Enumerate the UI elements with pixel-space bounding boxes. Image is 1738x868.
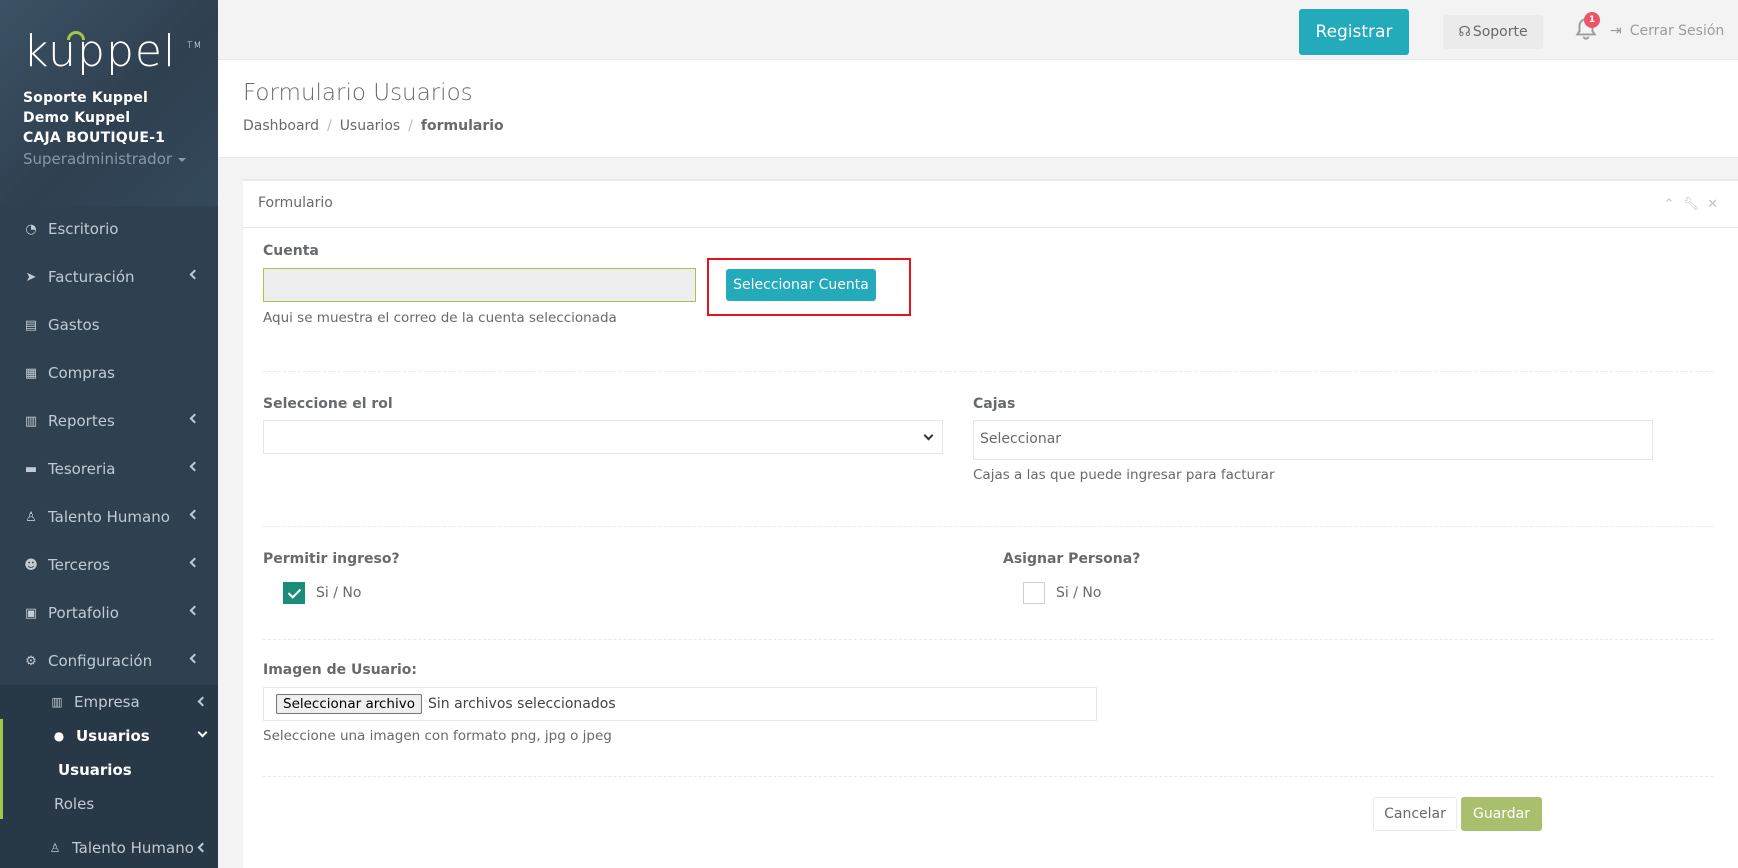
- chevron-left-icon: [189, 653, 200, 664]
- configuracion-submenu: ▥ Empresa ● Usuarios Usuarios Roles ♙ Talen…: [0, 685, 218, 868]
- bar-chart-icon: ▥: [24, 413, 38, 429]
- permitir-si-no: Si / No: [316, 585, 362, 601]
- support-button[interactable]: ☊ Soporte: [1443, 15, 1543, 49]
- sidebar-item-tesoreria[interactable]: ▬ Tesoreria: [0, 445, 218, 493]
- receipt-icon: ▤: [24, 317, 38, 333]
- user-tie-icon: ♙: [25, 509, 37, 525]
- profile-name: Soporte Kuppel: [23, 90, 149, 106]
- sidebar-item-compras[interactable]: ▦ Compras: [0, 349, 218, 397]
- breadcrumb-dashboard[interactable]: Dashboard: [243, 118, 319, 134]
- chevron-down-icon: [923, 430, 934, 441]
- imagen-help: Seleccione una imagen con formato png, j…: [263, 728, 612, 744]
- divider: [263, 639, 1713, 640]
- sidebar: kuppel TM Soporte Kuppel Demo Kuppel CAJA…: [0, 0, 218, 868]
- asignar-si-no: Si / No: [1056, 585, 1102, 601]
- role-dropdown[interactable]: Superadministrador: [23, 148, 218, 170]
- breadcrumb-separator: /: [326, 118, 332, 134]
- divider: [263, 526, 1713, 527]
- cuenta-label: Cuenta: [263, 243, 319, 259]
- cuenta-input[interactable]: [263, 268, 696, 302]
- chevron-left-icon: [197, 696, 208, 707]
- asignar-label: Asignar Persona?: [1003, 551, 1141, 567]
- users-icon: ☻: [24, 557, 38, 573]
- file-input[interactable]: Seleccionar archivo Sin archivos selecci…: [263, 687, 1097, 721]
- wallet-icon: ▬: [24, 461, 38, 477]
- profile-block: kuppel TM Soporte Kuppel Demo Kuppel CAJA…: [0, 0, 218, 206]
- paper-plane-icon: ➤: [25, 269, 37, 285]
- register-button[interactable]: Registrar: [1299, 9, 1409, 55]
- chevron-left-icon: [189, 605, 200, 616]
- notification-badge: 1: [1584, 12, 1600, 28]
- breadcrumb-current: formulario: [420, 118, 504, 134]
- chevron-down-icon: [197, 727, 208, 738]
- profile-company: Demo Kuppel: [23, 110, 131, 126]
- chevron-left-icon: [189, 413, 200, 424]
- chevron-left-icon: [197, 842, 208, 853]
- sidebar-item-portafolio[interactable]: ▣ Portafolio: [0, 589, 218, 637]
- chevron-left-icon: [189, 461, 200, 472]
- panel-tools: ⌃ 🔧︎ ✕: [1664, 197, 1718, 212]
- file-status: Sin archivos seleccionados: [427, 696, 616, 712]
- page-title: Formulario Usuarios: [243, 80, 473, 106]
- cajas-help: Cajas a las que puede ingresar para fact…: [973, 467, 1275, 483]
- save-button[interactable]: Guardar: [1461, 797, 1542, 831]
- profile-register: CAJA BOUTIQUE-1: [23, 130, 166, 146]
- choose-file-button[interactable]: Seleccionar archivo: [276, 694, 422, 714]
- sign-out-icon: ⇥: [1610, 23, 1622, 39]
- imagen-label: Imagen de Usuario:: [263, 662, 418, 678]
- sidebar-item-facturacion[interactable]: ➤ Facturación: [0, 253, 218, 301]
- topbar: Registrar ☊ Soporte 1 ⇥ Cerrar Sesión: [218, 0, 1738, 60]
- chevron-left-icon: [189, 509, 200, 520]
- building-icon: ▥: [51, 695, 63, 709]
- divider: [263, 371, 1713, 372]
- chevron-up-icon[interactable]: ⌃: [1664, 197, 1675, 212]
- permitir-label: Permitir ingreso?: [263, 551, 400, 567]
- sidebar-item-reportes[interactable]: ▥ Reportes: [0, 397, 218, 445]
- sidebar-item-empresa[interactable]: ▥ Empresa: [0, 685, 218, 719]
- pie-chart-icon: ◔: [25, 221, 37, 237]
- breadcrumb-usuarios[interactable]: Usuarios: [340, 118, 401, 134]
- chevron-left-icon: [189, 557, 200, 568]
- asignar-checkbox[interactable]: [1023, 582, 1045, 604]
- sidebar-item-talento-humano[interactable]: ♙ Talento Humano: [0, 493, 218, 541]
- cancel-button[interactable]: Cancelar: [1373, 797, 1457, 831]
- cajas-input[interactable]: Seleccionar: [973, 420, 1653, 460]
- caret-down-icon: [178, 157, 187, 162]
- highlight-box: [707, 258, 911, 316]
- headset-icon: ☊: [1458, 24, 1471, 40]
- breadcrumb: Dashboard / Usuarios / formulario: [243, 118, 504, 134]
- sidebar-item-escritorio[interactable]: ◔ Escritorio: [0, 205, 218, 253]
- logout-link[interactable]: ⇥ Cerrar Sesión: [1610, 20, 1724, 42]
- sidebar-item-usuarios-group[interactable]: ● Usuarios: [0, 719, 218, 753]
- breadcrumb-separator: /: [408, 118, 413, 134]
- wrench-icon[interactable]: 🔧︎: [1683, 197, 1700, 212]
- chevron-left-icon: [189, 269, 200, 280]
- close-icon[interactable]: ✕: [1707, 197, 1718, 212]
- kuppel-logo: kuppel TM: [23, 26, 203, 77]
- sidebar-item-gastos[interactable]: ▤ Gastos: [0, 301, 218, 349]
- cajas-label: Cajas: [973, 396, 1016, 412]
- sidebar-item-roles[interactable]: Roles: [0, 787, 218, 821]
- sidebar-item-talento-humano-config[interactable]: ♙ Talento Humano: [0, 831, 218, 865]
- divider: [263, 776, 1713, 777]
- permitir-checkbox[interactable]: [283, 582, 305, 604]
- rol-label: Seleccione el rol: [263, 396, 393, 412]
- sidebar-item-usuarios[interactable]: Usuarios: [0, 753, 218, 787]
- boxes-icon: ▦: [24, 365, 38, 381]
- cuenta-help: Aqui se muestra el correo de la cuenta s…: [263, 310, 617, 326]
- sidebar-item-terceros[interactable]: ☻ Terceros: [0, 541, 218, 589]
- sidebar-item-configuracion[interactable]: ⚙ Configuración: [0, 637, 218, 685]
- form-panel: Formulario ⌃ 🔧︎ ✕ Cuenta Seleccionar Cue…: [243, 179, 1738, 868]
- user-tie-icon: ♙: [49, 841, 61, 855]
- page-heading: Formulario Usuarios Dashboard / Usuarios…: [218, 60, 1738, 158]
- rol-select[interactable]: [263, 420, 943, 454]
- gear-icon: ⚙: [25, 653, 37, 669]
- panel-title: Formulario: [243, 181, 1738, 228]
- briefcase-icon: ▣: [24, 605, 38, 621]
- user-icon: ●: [53, 729, 65, 743]
